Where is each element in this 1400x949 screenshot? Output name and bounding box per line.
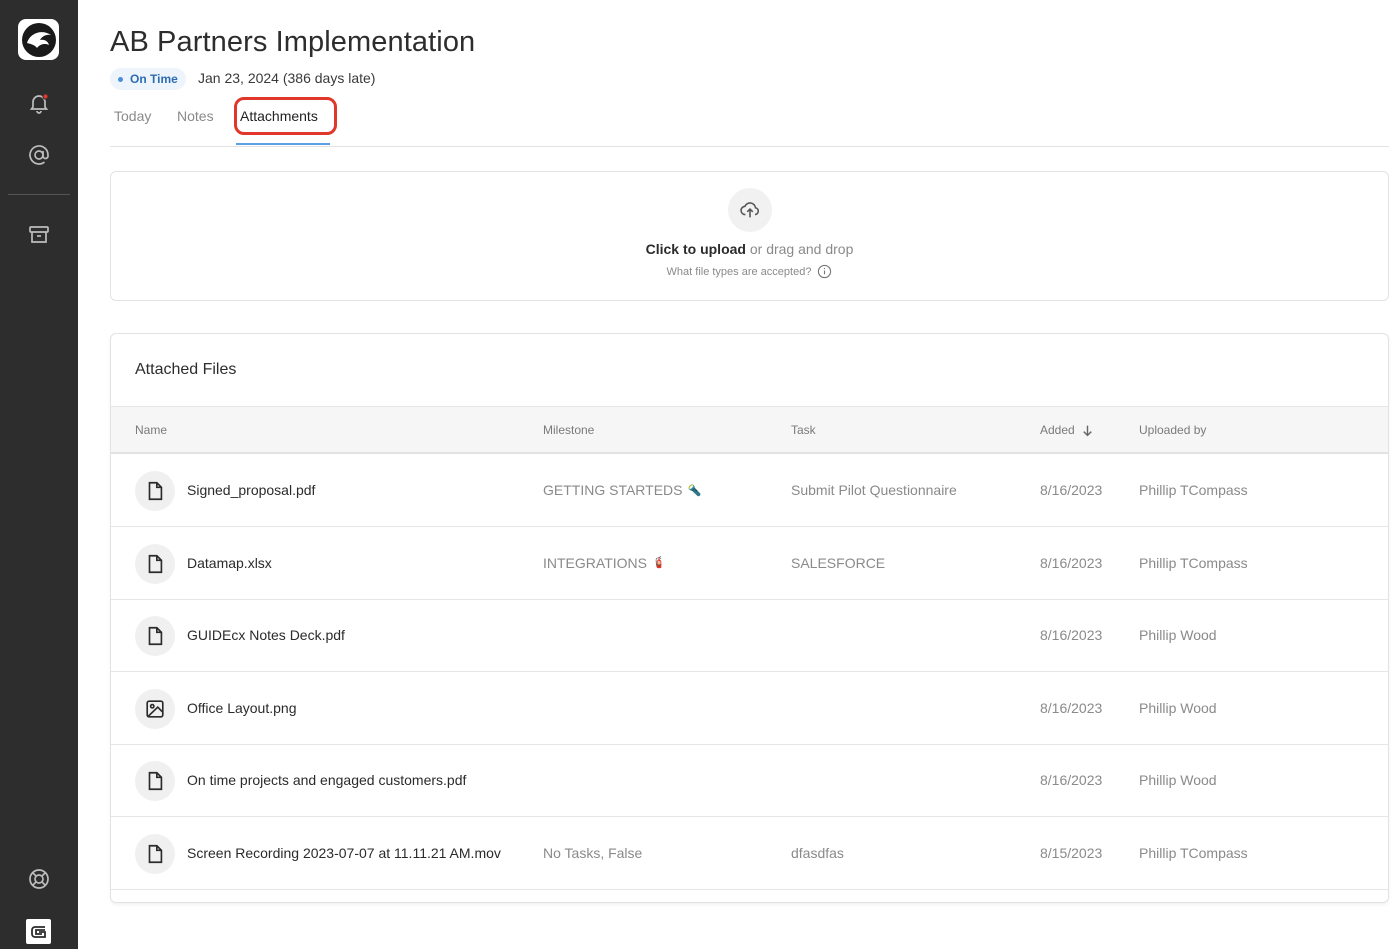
guidecx-logo[interactable] xyxy=(26,919,51,944)
file-task: Submit Pilot Questionnaire xyxy=(791,482,957,498)
tab-notes[interactable]: Notes xyxy=(177,108,214,124)
file-name[interactable]: Screen Recording 2023-07-07 at 11.11.21 … xyxy=(187,845,501,861)
file-name[interactable]: Office Layout.png xyxy=(187,700,296,716)
table-row[interactable]: Office Layout.png 8/16/2023 Phillip Wood xyxy=(111,673,1388,745)
file-icon-wrap xyxy=(135,616,175,656)
column-header-uploaded-by[interactable]: Uploaded by xyxy=(1139,423,1206,437)
milestone-label: No Tasks, False xyxy=(543,844,643,861)
mentions-button[interactable] xyxy=(22,138,56,172)
column-header-added-label: Added xyxy=(1040,423,1075,437)
file-icon xyxy=(148,554,163,573)
upload-instructions: Click to upload or drag and drop xyxy=(111,241,1388,257)
file-icon-wrap xyxy=(135,543,175,584)
file-uploaded-by: Phillip Wood xyxy=(1139,772,1217,788)
file-milestone: No Tasks, False xyxy=(543,845,647,861)
image-icon xyxy=(146,699,164,718)
file-icon xyxy=(148,844,163,863)
status-label: On Time xyxy=(130,72,178,86)
sidebar-divider xyxy=(8,194,70,195)
cloud-upload-icon xyxy=(740,202,759,218)
milestone-emoji-icon: 🧯 xyxy=(651,557,666,569)
file-task: dfasdfas xyxy=(791,844,844,861)
column-header-name[interactable]: Name xyxy=(135,423,167,437)
active-tab-indicator xyxy=(236,143,330,145)
file-uploaded-by: Phillip Wood xyxy=(1139,699,1217,716)
table-row[interactable]: GUIDEcx Notes Deck.pdf 8/16/2023 Phillip W… xyxy=(111,600,1388,672)
file-name[interactable]: Datamap.xlsx xyxy=(187,555,272,571)
status-dot-icon xyxy=(118,76,123,82)
column-header-milestone[interactable]: Milestone xyxy=(543,423,594,437)
upload-dropzone[interactable]: Click to upload or drag and drop What fi… xyxy=(110,171,1389,301)
file-uploaded-by: Phillip TCompass xyxy=(1139,554,1248,571)
file-added-date: 8/16/2023 xyxy=(1040,772,1103,788)
file-icon-wrap xyxy=(135,761,175,801)
file-added-date: 8/16/2023 xyxy=(1040,482,1103,498)
file-added-date: 8/15/2023 xyxy=(1040,844,1103,861)
file-name[interactable]: Signed_proposal.pdf xyxy=(187,482,315,498)
app-logo[interactable] xyxy=(18,19,59,60)
file-icon-wrap xyxy=(135,688,175,729)
bell-icon xyxy=(29,93,49,114)
due-date: Jan 23, 2024 (386 days late) xyxy=(198,70,376,86)
tab-today[interactable]: Today xyxy=(114,108,151,124)
file-icon xyxy=(148,481,163,501)
lifebuoy-icon xyxy=(29,869,49,889)
column-header-added[interactable]: Added xyxy=(1040,423,1094,437)
file-uploaded-by: Phillip TCompass xyxy=(1139,482,1248,498)
main-content: AB Partners Implementation On Time Jan 2… xyxy=(78,0,1400,949)
file-added-date: 8/16/2023 xyxy=(1040,627,1103,643)
upload-icon-wrap xyxy=(728,188,772,232)
info-icon[interactable] xyxy=(817,264,832,279)
help-button[interactable] xyxy=(22,862,56,896)
table-row[interactable]: On time projects and engaged customers.p… xyxy=(111,745,1388,817)
table-row[interactable]: Datamap.xlsx INTEGRATIONS 🧯 SALESFORCE 8/16/… xyxy=(111,528,1388,600)
file-icon-wrap xyxy=(135,833,175,874)
tab-bar: Today Notes Attachments xyxy=(110,96,1389,147)
tab-attachments[interactable]: Attachments xyxy=(240,108,318,124)
archive-icon xyxy=(29,226,49,243)
file-milestone: GETTING STARTEDS 🔦 xyxy=(543,482,701,498)
file-uploaded-by: Phillip TCompass xyxy=(1139,844,1248,861)
file-name[interactable]: GUIDEcx Notes Deck.pdf xyxy=(187,627,345,643)
file-milestone: INTEGRATIONS 🧯 xyxy=(543,555,666,571)
file-uploaded-by: Phillip Wood xyxy=(1139,627,1217,643)
attached-files-card: Attached Files Name Milestone Task Added… xyxy=(110,333,1389,903)
milestone-emoji-icon: 🔦 xyxy=(687,484,702,497)
upload-rest: or drag and drop xyxy=(745,241,854,257)
file-icon xyxy=(148,771,163,791)
milestone-label: GETTING STARTEDS xyxy=(543,482,683,498)
milestone-label: INTEGRATIONS xyxy=(543,554,647,571)
file-types-help-text: What file types are accepted? xyxy=(666,265,812,278)
arrow-down-icon xyxy=(1082,425,1092,436)
table-row[interactable]: Signed_proposal.pdf GETTING STARTEDS 🔦 Subm… xyxy=(111,455,1388,527)
guidecx-logo-icon xyxy=(30,925,46,938)
file-task: SALESFORCE xyxy=(791,554,886,571)
app-logo-icon xyxy=(21,22,56,57)
sidebar xyxy=(0,0,78,949)
file-types-help[interactable]: What file types are accepted? xyxy=(111,264,1388,279)
file-icon xyxy=(148,626,163,646)
table-row[interactable]: Screen Recording 2023-07-07 at 11.11.21 … xyxy=(111,818,1388,890)
column-header-task[interactable]: Task xyxy=(791,423,816,437)
file-icon-wrap xyxy=(135,471,175,511)
page-title: AB Partners Implementation xyxy=(110,26,476,58)
archive-button[interactable] xyxy=(22,218,56,252)
file-added-date: 8/16/2023 xyxy=(1040,554,1103,571)
upload-cta[interactable]: Click to upload xyxy=(646,241,746,257)
file-name[interactable]: On time projects and engaged customers.p… xyxy=(187,772,466,788)
file-added-date: 8/16/2023 xyxy=(1040,699,1103,716)
attached-files-title: Attached Files xyxy=(135,361,237,378)
at-icon xyxy=(29,145,49,165)
status-badge: On Time xyxy=(110,68,186,90)
notifications-button[interactable] xyxy=(22,86,56,120)
table-header: Name Milestone Task Added Uploaded by xyxy=(111,406,1388,454)
